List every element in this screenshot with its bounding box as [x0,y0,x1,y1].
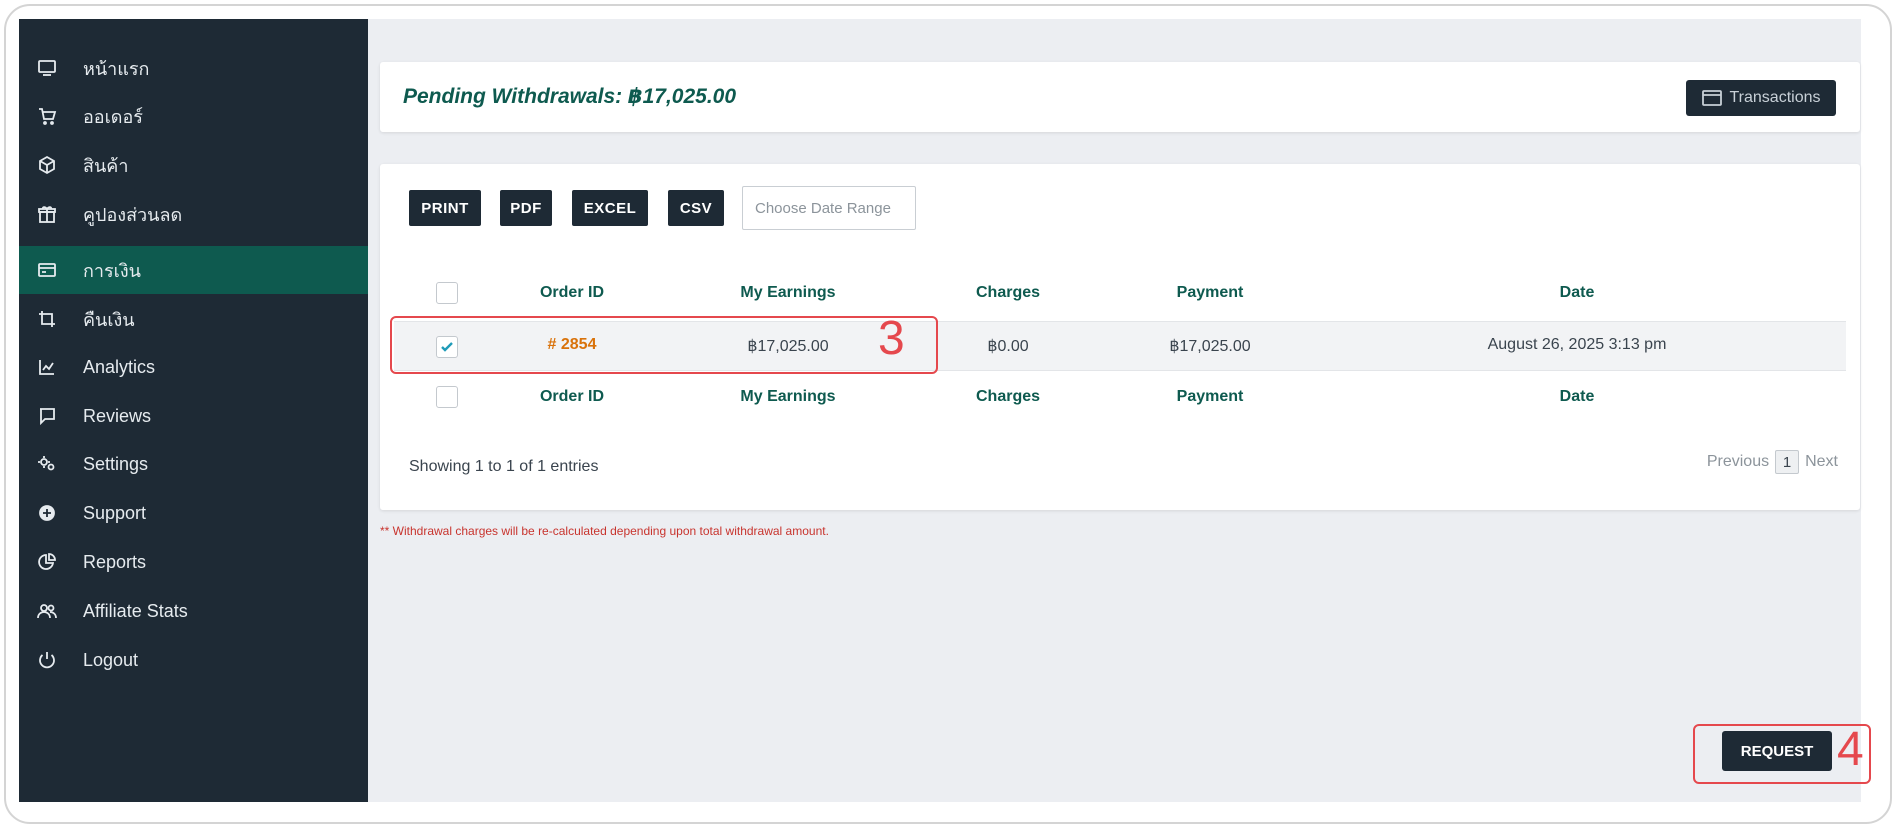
monitor-icon [36,57,58,79]
pagination: Previous 1 Next [1707,450,1838,474]
request-button[interactable]: REQUEST [1722,731,1832,771]
crop-icon [36,308,58,330]
box-icon [36,154,58,176]
sidebar-item-label: การเงิน [83,260,141,281]
page-1-button[interactable]: 1 [1775,450,1800,474]
sidebar-item-label: สินค้า [83,155,129,176]
credit-card-icon [1701,90,1722,106]
gift-icon [36,203,58,225]
credit-card-icon [36,259,58,281]
column-footer-date: Date [1559,388,1595,405]
withdrawal-charges-note: ** Withdrawal charges will be re-calcula… [380,524,829,538]
transactions-button[interactable]: Transactions [1686,80,1836,116]
column-footer-payment: Payment [1176,388,1244,405]
sidebar-item-label: หน้าแรก [83,58,150,79]
sidebar-item-home[interactable]: หน้าแรก [19,44,368,92]
pie-chart-icon [36,551,58,573]
sidebar-item-support[interactable]: Support [19,489,368,537]
sidebar-item-settings[interactable]: Settings [19,440,368,488]
pdf-button[interactable]: PDF [500,190,552,226]
date-cell: August 26, 2025 3:13 pm [1487,336,1667,353]
sidebar-item-orders[interactable]: ออเดอร์ [19,92,368,140]
sidebar-item-finance[interactable]: การเงิน [19,246,368,294]
step-3-highlight [390,316,938,374]
column-header-date[interactable]: Date [1517,284,1637,302]
column-header-my-earnings[interactable]: My Earnings [718,284,858,302]
chart-icon [36,356,58,378]
column-footer-charges: Charges [975,388,1041,405]
sidebar-item-analytics[interactable]: Analytics [19,343,368,391]
chat-icon [36,405,58,427]
column-footer-order-id: Order ID [539,388,604,405]
sidebar-item-reviews[interactable]: Reviews [19,392,368,440]
cart-icon [36,105,58,127]
sidebar-item-label: Reports [83,551,147,572]
sidebar-item-label: ออเดอร์ [83,106,143,127]
sidebar-item-label: Reviews [83,405,152,426]
entries-info: Showing 1 to 1 of 1 entries [409,458,599,475]
sidebar-item-affiliate-stats[interactable]: Affiliate Stats [19,587,368,635]
sidebar-item-label: Analytics [83,356,156,377]
sidebar-item-label: Support [83,502,147,523]
previous-page-link[interactable]: Previous [1707,453,1769,471]
next-page-link[interactable]: Next [1805,453,1838,471]
gears-icon [36,453,58,475]
csv-button[interactable]: CSV [668,190,724,226]
select-all-checkbox-footer[interactable] [436,386,458,408]
column-footer-my-earnings: My Earnings [740,388,836,405]
support-icon [36,502,58,524]
excel-button[interactable]: EXCEL [572,190,648,226]
payment-cell: ฿17,025.00 [1169,338,1251,355]
step-4-label: 4 [1837,723,1864,776]
sidebar-item-reports[interactable]: Reports [19,538,368,586]
pending-withdrawals-title: Pending Withdrawals: ฿17,025.00 [403,85,737,108]
column-header-payment[interactable]: Payment [1150,284,1270,302]
charges-cell: ฿0.00 [987,338,1029,355]
column-header-charges[interactable]: Charges [948,284,1068,302]
sidebar-item-label: คืนเงิน [83,309,135,330]
sidebar-item-refunds[interactable]: คืนเงิน [19,295,368,343]
sidebar: หน้าแรก ออเดอร์ สินค้า คูปองส่วนลด การเง… [19,19,368,802]
sidebar-item-label: Logout [83,649,139,670]
pending-withdrawals-card: Pending Withdrawals: ฿17,025.00 Transact… [380,62,1860,132]
sidebar-item-label: Settings [83,453,149,474]
power-icon [36,649,58,671]
sidebar-item-products[interactable]: สินค้า [19,141,368,189]
users-icon [36,600,58,622]
sidebar-item-label: คูปองส่วนลด [83,204,183,225]
print-button[interactable]: PRINT [409,190,481,226]
sidebar-item-logout[interactable]: Logout [19,636,368,684]
select-all-checkbox[interactable] [436,282,458,304]
transactions-label: Transactions [1729,89,1821,106]
column-header-order-id[interactable]: Order ID [512,284,632,302]
date-range-input[interactable] [742,186,916,230]
sidebar-item-label: Affiliate Stats [83,600,188,621]
step-3-label: 3 [878,312,905,365]
sidebar-item-coupons[interactable]: คูปองส่วนลด [19,190,368,238]
